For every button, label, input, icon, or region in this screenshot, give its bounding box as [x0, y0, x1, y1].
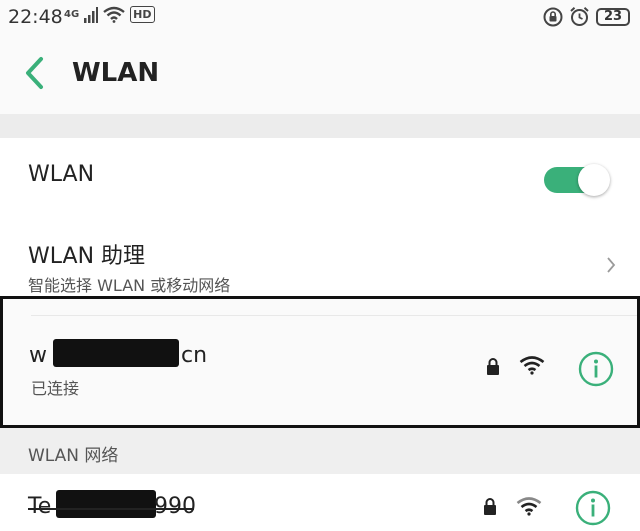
wifi-signal-icon	[519, 356, 545, 375]
network-type-label: 4G	[64, 8, 80, 20]
status-bar: 22:48 4G HD 23	[0, 0, 640, 34]
status-icons-right: 23	[543, 6, 630, 27]
strikethrough-line	[28, 508, 194, 510]
wlan-switch[interactable]	[544, 164, 610, 196]
wifi-signal-icon	[516, 497, 542, 516]
back-arrow-icon[interactable]	[24, 56, 46, 90]
redacted-ssid-mask	[53, 339, 179, 367]
networks-section-header: WLAN 网络	[0, 428, 640, 474]
connected-ssid-end: cn	[181, 343, 208, 368]
section-gap	[0, 114, 640, 138]
network-ssid-end: 990	[154, 494, 196, 519]
lock-icon	[487, 358, 499, 375]
divider	[31, 315, 637, 316]
network-ssid-start: Te	[28, 494, 52, 519]
app-header: WLAN	[0, 34, 640, 114]
page-title: WLAN	[72, 58, 160, 88]
status-time: 22:48	[8, 6, 63, 28]
wlan-toggle-row[interactable]: WLAN	[0, 138, 640, 217]
wlan-toggle-label: WLAN	[28, 162, 95, 187]
info-icon[interactable]	[578, 351, 614, 387]
wlan-switch-knob	[578, 164, 610, 196]
wlan-assistant-label: WLAN 助理	[28, 244, 146, 269]
cell-signal-icon	[84, 6, 99, 23]
connection-status: 已连接	[31, 379, 80, 398]
battery-indicator: 23	[596, 7, 630, 26]
chevron-right-icon	[607, 257, 616, 273]
info-icon[interactable]	[575, 490, 611, 526]
redacted-ssid-mask	[56, 490, 156, 518]
rotation-lock-icon	[543, 7, 563, 26]
network-list-item[interactable]: Te 990	[0, 474, 640, 531]
connected-ssid-start: w	[29, 343, 47, 368]
connected-network-row[interactable]: w cn 已连接	[0, 296, 640, 428]
networks-section-title: WLAN 网络	[28, 446, 119, 466]
status-icons-left: 4G HD	[64, 6, 155, 23]
hd-voice-icon: HD	[130, 6, 155, 23]
wlan-assistant-subtitle: 智能选择 WLAN 或移动网络	[28, 276, 231, 295]
lock-icon	[484, 498, 496, 515]
wifi-status-icon	[103, 6, 125, 23]
wlan-assistant-row[interactable]: WLAN 助理 智能选择 WLAN 或移动网络	[0, 216, 640, 300]
alarm-clock-icon	[570, 7, 589, 26]
